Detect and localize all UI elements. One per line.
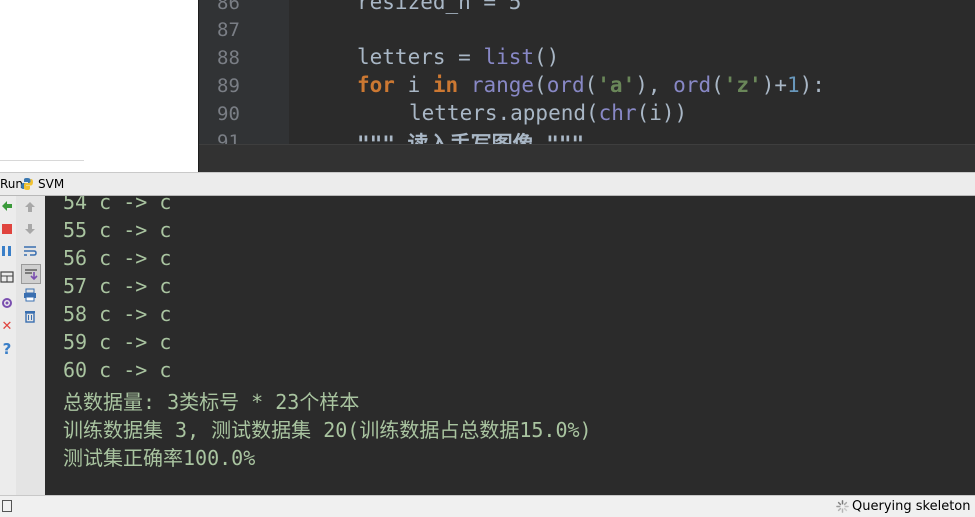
- console-line: 测试集正确率100.0%: [63, 446, 256, 470]
- line-number: 86: [217, 0, 240, 14]
- console-line: 56 c -> c: [63, 246, 172, 270]
- code-token: ord: [546, 73, 585, 97]
- soft-wrap-icon[interactable]: [23, 244, 37, 258]
- line-number: 87: [217, 19, 240, 41]
- down-arrow-icon[interactable]: [23, 222, 37, 236]
- close-icon[interactable]: ✕: [0, 320, 14, 334]
- run-toolbar: ✕ ?: [0, 196, 17, 495]
- pause-icon[interactable]: [0, 244, 14, 258]
- status-message: Querying skeleton ge: [852, 499, 975, 514]
- code-token: 'z': [723, 73, 762, 97]
- code-token: ord: [673, 73, 712, 97]
- code-token: list: [483, 45, 535, 69]
- project-panel: [0, 0, 198, 172]
- layout-icon[interactable]: [0, 270, 14, 284]
- status-bar: Querying skeleton ge: [0, 495, 975, 517]
- code-line-90: letters.append(chr(i)): [409, 101, 687, 125]
- console-line: 60 c -> c: [63, 358, 172, 382]
- code-token: 1: [786, 73, 800, 97]
- code-token: )+: [761, 73, 787, 97]
- trash-icon[interactable]: [23, 309, 37, 323]
- code-token: (: [711, 73, 724, 97]
- code-token: letters: [357, 45, 446, 69]
- console-output[interactable]: 54 c -> c 55 c -> c 56 c -> c 57 c -> c …: [45, 196, 975, 495]
- code-token: chr: [598, 101, 637, 125]
- console-line: 55 c -> c: [63, 218, 172, 242]
- run-tool-header: Run SVM: [0, 172, 975, 196]
- rerun-icon[interactable]: [0, 199, 14, 213]
- console-line: 58 c -> c: [63, 302, 172, 326]
- code-token: (): [534, 45, 560, 69]
- console-line: 54 c -> c: [63, 196, 172, 214]
- editor-bottom-band: [199, 144, 975, 172]
- code-line-88: letters = list(): [357, 45, 559, 69]
- code-token: for: [357, 73, 395, 97]
- code-token: ),: [635, 73, 674, 97]
- code-editor[interactable]: 86 87 88 89 90 91 resized_h = 5 letters …: [198, 0, 975, 172]
- code-token: letters.append(: [409, 101, 599, 125]
- console-line: 总数据量: 3类标号 * 23个样本: [63, 390, 360, 414]
- tool-window-toggle-icon[interactable]: [2, 500, 12, 512]
- code-token: (i)): [636, 101, 688, 125]
- line-number: 90: [217, 103, 240, 125]
- code-token: (: [584, 73, 598, 97]
- settings-icon[interactable]: [0, 296, 14, 310]
- help-icon[interactable]: ?: [0, 342, 14, 357]
- console-line: 57 c -> c: [63, 274, 172, 298]
- panel-divider: [0, 160, 84, 161]
- stop-icon[interactable]: [0, 222, 14, 236]
- progress-spinner-icon: [836, 500, 849, 513]
- up-arrow-icon[interactable]: [23, 200, 37, 214]
- code-line-89: for i in range(ord('a'), ord('z')+1):: [357, 73, 825, 97]
- python-icon: [21, 178, 33, 190]
- run-config-tab[interactable]: SVM: [38, 177, 64, 191]
- code-token: in: [432, 73, 459, 97]
- console-toolbar: [16, 196, 46, 495]
- scroll-to-end-icon[interactable]: [21, 264, 41, 284]
- code-token: (: [534, 73, 547, 97]
- print-icon[interactable]: [23, 288, 37, 302]
- code-token: ):: [799, 73, 825, 97]
- code-token: 'a': [597, 73, 636, 97]
- code-token: i: [394, 73, 433, 97]
- line-number: 89: [217, 75, 240, 97]
- code-line-86: resized_h = 5: [357, 0, 522, 14]
- console-line: 训练数据集 3, 测试数据集 20(训练数据占总数据15.0%): [63, 418, 592, 442]
- console-line: 59 c -> c: [63, 330, 172, 354]
- line-number: 88: [217, 47, 240, 69]
- code-token: range: [458, 73, 535, 97]
- code-token: =: [445, 45, 484, 69]
